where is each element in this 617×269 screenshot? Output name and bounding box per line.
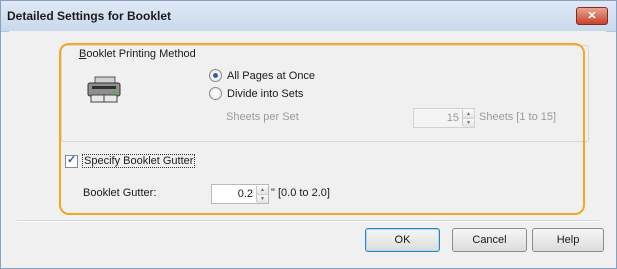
booklet-printer-icon [87, 76, 121, 103]
legend-rest: ooklet Printing Method [86, 48, 196, 60]
spin-up-arrow-icon[interactable]: ▲ [463, 110, 474, 119]
booklet-gutter-range: " [0.0 to 2.0] [271, 187, 330, 199]
specify-gutter-label: Specify Booklet Gutter [82, 154, 196, 168]
close-button[interactable]: ✕ [576, 7, 608, 25]
radio-button[interactable] [209, 69, 222, 82]
up-down-arrow-icon[interactable]: ▲ ▼ [256, 186, 268, 203]
spin-down-arrow-icon[interactable]: ▼ [257, 195, 268, 203]
up-down-arrow-icon[interactable]: ▲ ▼ [462, 110, 474, 127]
radio-all-pages[interactable]: All Pages at Once [209, 69, 315, 82]
booklet-gutter-label: Booklet Gutter: [83, 187, 157, 199]
dialog-content: Booklet Printing Method All Pages at Onc… [9, 31, 606, 259]
radio-divide-sets[interactable]: Divide into Sets [209, 87, 303, 100]
title-bar[interactable]: Detailed Settings for Booklet ✕ [1, 1, 616, 32]
checkbox[interactable] [65, 153, 78, 168]
ok-button[interactable]: OK [365, 228, 440, 252]
spin-up-arrow-icon[interactable]: ▲ [257, 186, 268, 195]
sheets-per-set-stepper[interactable]: 15 ▲ ▼ [413, 108, 475, 128]
separator [17, 220, 599, 222]
close-icon: ✕ [587, 10, 597, 22]
sheets-per-set-value: 15 [446, 112, 459, 124]
spin-down-arrow-icon[interactable]: ▼ [463, 119, 474, 127]
radio-divide-sets-label: Divide into Sets [227, 87, 304, 100]
dialog-title: Detailed Settings for Booklet [7, 9, 172, 23]
help-button[interactable]: Help [532, 228, 604, 252]
sheets-per-set-label: Sheets per Set [226, 111, 299, 123]
booklet-gutter-value[interactable]: 0.2 [212, 188, 256, 200]
booklet-method-legend: Booklet Printing Method [77, 48, 198, 60]
radio-button[interactable] [209, 87, 222, 100]
booklet-settings-dialog: Detailed Settings for Booklet ✕ Booklet … [0, 0, 617, 269]
specify-gutter-checkbox[interactable]: Specify Booklet Gutter [65, 153, 196, 168]
sheets-per-set-range: Sheets [1 to 15] [479, 111, 557, 123]
radio-all-pages-label: All Pages at Once [227, 69, 316, 82]
booklet-gutter-stepper[interactable]: 0.2 ▲ ▼ [211, 184, 269, 204]
cancel-button[interactable]: Cancel [452, 228, 527, 252]
